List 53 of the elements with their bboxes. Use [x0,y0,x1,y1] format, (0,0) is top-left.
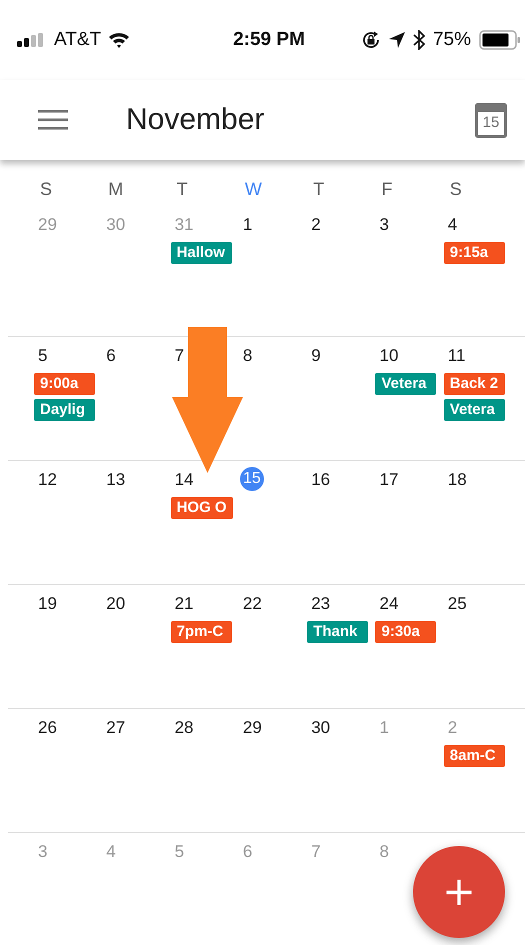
rotation-lock-icon [360,30,381,50]
date-number[interactable]: 3 [375,212,389,238]
month-title: November [126,103,266,137]
date-number[interactable]: 19 [34,591,57,617]
event-chip[interactable]: Daylig [34,399,95,421]
date-number[interactable]: 1 [238,212,252,238]
event-chip[interactable]: Vetera [375,373,436,395]
event-chip[interactable]: Hallow [170,242,232,264]
date-number[interactable]: 13 [102,467,126,493]
date-number[interactable]: 17 [375,467,398,493]
battery-icon [479,30,521,50]
date-number[interactable]: 9 [307,343,321,369]
date-number[interactable]: 14 [170,467,194,493]
today-date-circle[interactable]: 15 [240,467,264,491]
date-number[interactable]: 29 [238,715,262,741]
bluetooth-icon [412,30,425,50]
wifi-icon [108,32,130,48]
date-number[interactable]: 18 [444,467,467,493]
date-number[interactable]: 26 [34,715,57,741]
date-number[interactable]: 21 [170,591,194,617]
date-number[interactable]: 10 [375,343,398,369]
event-chip[interactable]: Vetera [444,399,505,421]
date-number[interactable]: 4 [444,212,458,238]
date-number[interactable]: 8 [238,343,252,369]
weekday-label: F [381,179,394,200]
date-number[interactable]: 11 [444,343,466,369]
add-event-button[interactable]: + [413,846,505,938]
carrier-name: AT&T [54,29,102,51]
status-time: 2:59 PM [233,29,305,51]
date-number[interactable]: 16 [307,467,330,493]
weekday-label: T [176,179,189,200]
date-number[interactable]: 27 [102,715,126,741]
date-number[interactable]: 20 [102,591,126,617]
weekday-label: S [40,179,54,200]
date-number[interactable]: 23 [307,591,330,617]
weekday-label: T [313,179,326,200]
date-number[interactable]: 5 [34,343,48,369]
date-number[interactable]: 28 [170,715,194,741]
weekday-label: S [450,179,463,200]
date-number[interactable]: 7 [170,343,184,369]
date-number[interactable]: 22 [238,591,262,617]
date-number[interactable]: 24 [375,591,398,617]
weekday-label: W [244,179,263,200]
date-number[interactable]: 6 [102,343,116,369]
event-chip[interactable]: Thank [307,621,368,643]
date-number[interactable]: 30 [307,715,330,741]
location-arrow-icon [388,32,405,48]
date-number[interactable]: 25 [444,591,467,617]
date-number[interactable]: 12 [34,467,57,493]
weekday-label: M [108,179,124,200]
date-number[interactable]: 2 [307,212,321,238]
battery-percent: 75% [432,29,471,51]
today-button[interactable]: 15 [475,102,507,138]
